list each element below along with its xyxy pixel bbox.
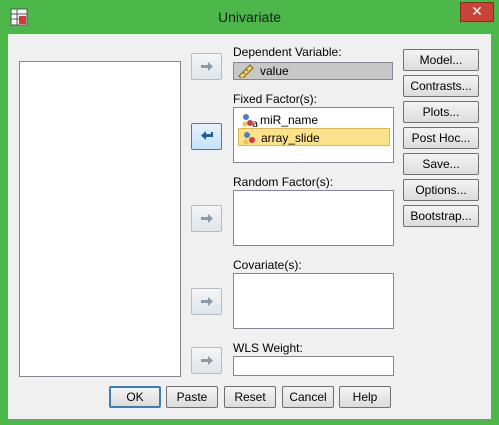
dependent-variable-label: Dependent Variable: [233, 45, 342, 59]
plots-button[interactable]: Plots... [403, 101, 479, 123]
random-factors-list[interactable] [233, 190, 394, 246]
dialog-body: Dependent Variable: value Fixed Factor(s… [8, 34, 491, 419]
random-factors-label: Random Factor(s): [233, 175, 334, 189]
post-hoc-button[interactable]: Post Hoc... [403, 127, 479, 149]
covariates-list[interactable] [233, 273, 394, 329]
fixed-factor-item[interactable]: a miR_name [238, 111, 390, 129]
reset-button[interactable]: Reset [224, 386, 276, 408]
arrow-right-icon [201, 214, 213, 223]
nominal-string-icon: a [242, 114, 258, 128]
fixed-factors-label: Fixed Factor(s): [233, 92, 318, 106]
fixed-factor-label: array_slide [261, 131, 320, 145]
arrow-right-icon [201, 297, 213, 306]
arrow-right-icon [201, 356, 213, 365]
contrasts-button[interactable]: Contrasts... [403, 75, 479, 97]
dependent-variable-value: value [260, 64, 289, 78]
cancel-button[interactable]: Cancel [282, 386, 334, 408]
source-variable-list[interactable] [19, 61, 181, 377]
move-to-covariate-button[interactable] [191, 288, 222, 315]
fixed-factors-list[interactable]: a miR_name array_slide [233, 107, 394, 163]
ruler-scale-icon [238, 64, 254, 78]
covariates-label: Covariate(s): [233, 258, 302, 272]
nominal-icon [243, 132, 255, 145]
close-button[interactable]: ✕ [460, 2, 494, 22]
options-button[interactable]: Options... [403, 179, 479, 201]
fixed-factor-label: miR_name [260, 113, 319, 127]
move-to-wls-button[interactable] [191, 347, 222, 374]
help-button[interactable]: Help [339, 386, 391, 408]
bootstrap-button[interactable]: Bootstrap... [403, 205, 479, 227]
dialog-window: Univariate ✕ Dependent Variable: value F… [0, 0, 499, 425]
svg-text:a: a [252, 119, 258, 128]
model-button[interactable]: Model... [403, 49, 479, 71]
title-bar[interactable]: Univariate ✕ [0, 0, 499, 34]
wls-weight-field[interactable] [233, 356, 394, 376]
fixed-factor-item-selected[interactable]: array_slide [238, 128, 390, 146]
window-title: Univariate [217, 9, 282, 25]
ok-button[interactable]: OK [109, 386, 161, 408]
save-button[interactable]: Save... [403, 153, 479, 175]
move-to-dependent-button[interactable] [191, 53, 222, 80]
paste-button[interactable]: Paste [166, 386, 218, 408]
move-to-random-button[interactable] [191, 205, 222, 232]
dependent-variable-field[interactable]: value [233, 62, 393, 80]
move-to-fixed-button[interactable] [191, 123, 222, 150]
arrow-left-icon [201, 131, 213, 140]
wls-weight-label: WLS Weight: [233, 341, 303, 355]
arrow-right-icon [201, 62, 213, 71]
